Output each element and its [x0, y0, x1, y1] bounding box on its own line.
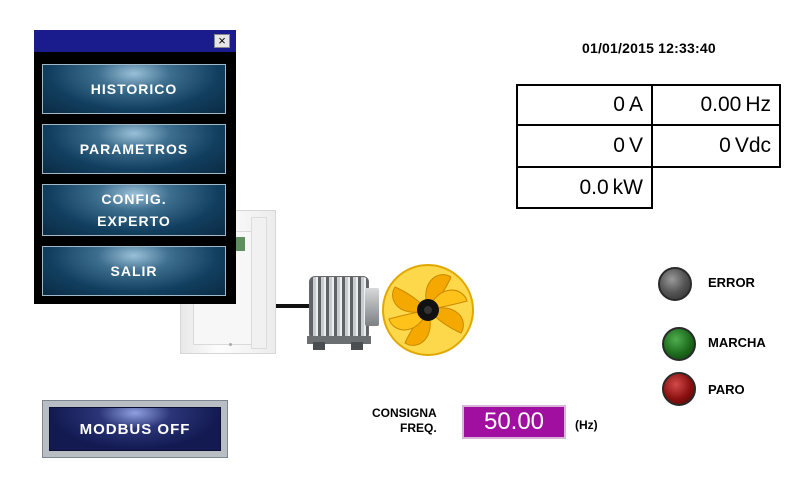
setpoint-unit: (Hz) [575, 418, 598, 432]
fan-icon [382, 264, 474, 356]
voltage-value: 0 [613, 134, 625, 157]
drive-display [235, 237, 245, 251]
marcha-indicator-icon [662, 327, 696, 361]
setpoint-input[interactable]: 50.00 [462, 405, 566, 439]
voltage-unit: V [628, 134, 643, 157]
datetime-display: 01/01/2015 12:33:40 [582, 40, 716, 56]
paro-indicator-icon [662, 372, 696, 406]
frequency-reading: 0.00 Hz [651, 84, 781, 126]
modbus-button-label: MODBUS OFF [49, 407, 221, 451]
power-value: 0.0 [579, 175, 609, 199]
parametros-button[interactable]: PARAMETROS [42, 124, 226, 174]
dc-voltage-unit: Vdc [734, 134, 771, 157]
dc-voltage-value: 0 [719, 134, 731, 157]
drive-side-strip [251, 217, 267, 349]
dc-voltage-reading: 0 Vdc [651, 124, 781, 168]
paro-label: PARO [708, 382, 745, 397]
drive-led [229, 343, 232, 346]
motor-image [307, 276, 379, 350]
modbus-button[interactable]: MODBUS OFF [42, 400, 228, 458]
salir-button[interactable]: SALIR [42, 246, 226, 296]
current-value: 0 [613, 93, 625, 116]
error-indicator-icon [658, 267, 692, 301]
motor-body [309, 276, 369, 340]
menu-titlebar [34, 30, 236, 52]
motor-foot [313, 342, 325, 350]
setpoint-label: CONSIGNA FREQ. [372, 406, 437, 435]
error-label: ERROR [708, 275, 755, 290]
motor-foot [351, 342, 363, 350]
historico-button[interactable]: HISTORICO [42, 64, 226, 114]
menu-popup: × HISTORICO PARAMETROS CONFIG. EXPERTO S… [34, 30, 236, 304]
power-unit: kW [612, 175, 643, 199]
marcha-label: MARCHA [708, 335, 766, 350]
current-unit: A [628, 93, 643, 116]
motor-shaft-cap [365, 288, 379, 326]
close-icon[interactable]: × [214, 34, 230, 48]
power-reading: 0.0 kW [516, 166, 653, 209]
frequency-value: 0.00 [700, 93, 742, 116]
frequency-unit: Hz [745, 93, 771, 116]
voltage-reading: 0 V [516, 124, 653, 168]
current-reading: 0 A [516, 84, 653, 126]
config-experto-button[interactable]: CONFIG. EXPERTO [42, 184, 226, 236]
